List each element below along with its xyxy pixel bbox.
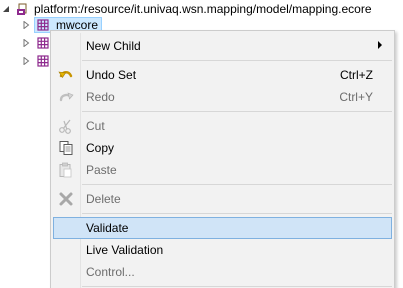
- package-icon: [37, 55, 49, 67]
- expanded-arrow-icon[interactable]: [2, 5, 10, 13]
- copy-icon: [53, 137, 79, 159]
- resource-icon: [16, 3, 28, 15]
- menu-item-undo-set[interactable]: Undo Set Ctrl+Z: [53, 64, 392, 86]
- root-resource-label: platform:/resource/it.univaq.wsn.mapping…: [34, 2, 372, 16]
- menu-separator: [82, 60, 392, 61]
- menu-item-label: New Child: [86, 39, 141, 53]
- collapsed-arrow-icon[interactable]: [22, 39, 30, 47]
- menu-item-paste[interactable]: Paste: [53, 159, 392, 181]
- menu-separator: [82, 286, 392, 287]
- tree-node-2[interactable]: [22, 34, 49, 52]
- context-menu: New Child Undo Set Ctrl+Z Redo Ctrl+Y Cu…: [50, 30, 395, 288]
- paste-icon: [53, 159, 79, 181]
- redo-icon: [53, 86, 79, 108]
- menu-item-cut[interactable]: Cut: [53, 115, 392, 137]
- menu-item-live-validation[interactable]: Live Validation: [53, 239, 392, 261]
- menu-item-delete[interactable]: Delete: [53, 188, 392, 210]
- menu-item-label: Paste: [86, 163, 117, 177]
- menu-item-label: Delete: [86, 192, 121, 206]
- menu-item-shortcut: Ctrl+Z: [340, 68, 373, 82]
- editor-view: platform:/resource/it.univaq.wsn.mapping…: [0, 0, 403, 288]
- menu-item-label: Live Validation: [86, 243, 164, 257]
- package-icon: [37, 19, 49, 31]
- menu-item-copy[interactable]: Copy: [53, 137, 392, 159]
- menu-item-label: Copy: [86, 141, 115, 155]
- menu-separator: [82, 184, 392, 185]
- package-icon: [37, 37, 49, 49]
- menu-item-control[interactable]: Control...: [53, 261, 392, 283]
- menu-item-new-child[interactable]: New Child: [53, 35, 392, 57]
- menu-item-label: Control...: [86, 265, 135, 279]
- delete-icon: [53, 188, 79, 210]
- menu-item-label: Redo: [86, 90, 115, 104]
- menu-separator: [82, 213, 392, 214]
- menu-item-label: Undo Set: [86, 68, 137, 82]
- collapsed-arrow-icon[interactable]: [22, 57, 30, 65]
- menu-item-validate[interactable]: Validate: [53, 217, 392, 239]
- menu-item-redo[interactable]: Redo Ctrl+Y: [53, 86, 392, 108]
- collapsed-arrow-icon[interactable]: [22, 21, 30, 29]
- tree-node-3[interactable]: [22, 52, 49, 70]
- submenu-arrow-icon: [378, 41, 382, 49]
- menu-item-label: Validate: [86, 221, 129, 235]
- menu-item-label: Cut: [86, 119, 105, 133]
- scissors-icon: [53, 115, 79, 137]
- menu-separator: [82, 111, 392, 112]
- undo-icon: [53, 64, 79, 86]
- menu-item-shortcut: Ctrl+Y: [339, 90, 373, 104]
